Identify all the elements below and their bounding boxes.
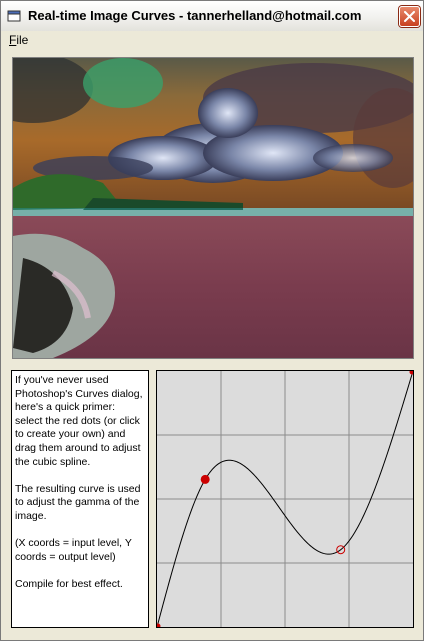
menu-bar: File <box>1 31 423 50</box>
app-window: Real-time Image Curves - tannerhelland@h… <box>0 0 424 641</box>
close-icon <box>404 11 415 22</box>
help-paragraph: Compile for best effect. <box>15 577 123 590</box>
image-preview <box>12 57 414 359</box>
curve-control-point[interactable] <box>157 623 161 627</box>
title-bar[interactable]: Real-time Image Curves - tannerhelland@h… <box>1 1 423 32</box>
close-button[interactable] <box>399 6 420 27</box>
help-paragraph: (X coords = input level, Y coords = outp… <box>15 537 132 563</box>
app-window-icon <box>7 10 21 22</box>
curve-editor[interactable] <box>156 370 414 628</box>
window-title: Real-time Image Curves - tannerhelland@h… <box>28 8 362 23</box>
help-text-panel: If you've never used Photoshop's Curves … <box>11 370 149 628</box>
help-paragraph: If you've never used Photoshop's Curves … <box>15 374 143 468</box>
menu-file[interactable]: File <box>9 33 28 47</box>
curve-canvas[interactable] <box>157 371 413 627</box>
curve-control-point[interactable] <box>200 474 210 484</box>
curve-control-point[interactable] <box>409 371 413 375</box>
image-preview-photo <box>13 58 413 358</box>
help-paragraph: The resulting curve is used to adjust th… <box>15 482 141 522</box>
